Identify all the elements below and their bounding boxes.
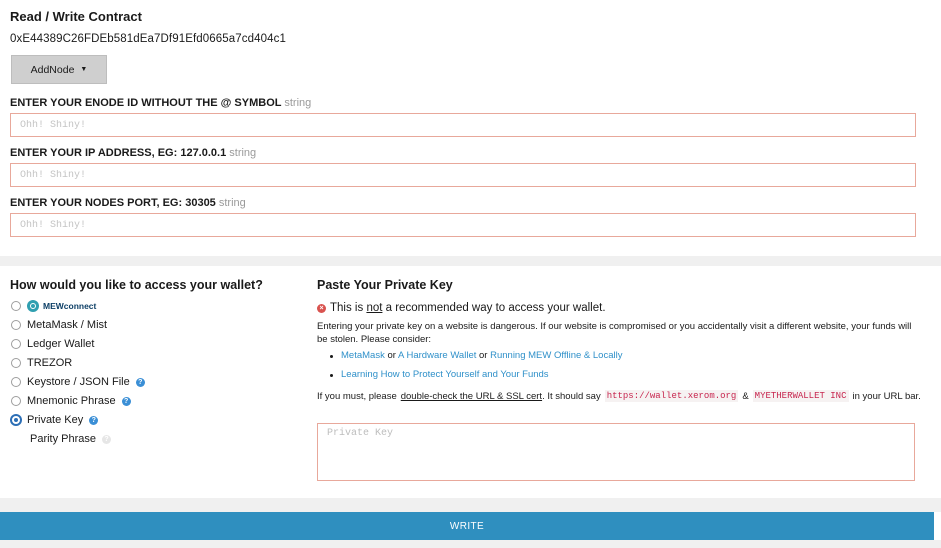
run-offline-link[interactable]: Running MEW Offline & Locally — [490, 350, 622, 361]
option-keystore[interactable]: Keystore / JSON File ? — [11, 376, 145, 388]
radio-trezor[interactable] — [11, 358, 21, 368]
ip-address-input[interactable] — [10, 163, 916, 187]
expected-cert-name: MYETHERWALLET INC — [752, 390, 849, 402]
warning-pre: This is — [330, 302, 364, 314]
section-divider — [0, 256, 941, 266]
help-icon[interactable]: ? — [135, 377, 145, 387]
private-key-title: Paste Your Private Key — [317, 278, 453, 292]
consider-list: MetaMask or A Hardware Wallet or Running… — [330, 350, 622, 388]
help-icon[interactable]: ? — [102, 434, 112, 444]
node-port-input[interactable] — [10, 213, 916, 237]
help-icon[interactable]: ? — [121, 396, 131, 406]
parity-phrase-label: Parity Phrase — [30, 433, 97, 445]
list-item: MetaMask or A Hardware Wallet or Running… — [330, 350, 622, 361]
ip-address-type: string — [229, 147, 257, 159]
keystore-label: Keystore / JSON File — [27, 376, 130, 388]
page-title: Read / Write Contract — [10, 9, 142, 24]
radio-mewconnect[interactable] — [11, 301, 21, 311]
enode-id-type: string — [284, 97, 312, 109]
write-button[interactable]: WRITE — [0, 512, 934, 540]
warning-post: a recommended way to access your wallet. — [385, 302, 606, 314]
radio-ledger[interactable] — [11, 339, 21, 349]
page: Read / Write Contract 0xE44389C26FDEb581… — [0, 0, 941, 548]
ledger-label: Ledger Wallet — [27, 338, 95, 350]
node-port-label-text: ENTER YOUR NODES PORT, EG: 30305 — [10, 197, 216, 209]
radio-mnemonic[interactable] — [11, 396, 21, 406]
radio-private-key[interactable] — [11, 415, 21, 425]
private-key-input[interactable] — [317, 423, 915, 481]
section-divider — [0, 498, 941, 512]
contract-address: 0xE44389C26FDEb581dEa7Df91Efd0665a7cd404… — [10, 33, 286, 45]
contract-panel: Read / Write Contract 0xE44389C26FDEb581… — [0, 0, 941, 256]
must-amp: & — [742, 390, 749, 402]
list-item: Learning How to Protect Yourself and You… — [330, 369, 622, 380]
mewconnect-label: MEWconnect — [43, 301, 97, 311]
mnemonic-label: Mnemonic Phrase — [27, 395, 116, 407]
enode-id-label-text: ENTER YOUR ENODE ID WITHOUT THE @ SYMBOL — [10, 97, 282, 109]
warning-message: × This is not a recommended way to acces… — [317, 302, 606, 314]
option-private-key[interactable]: Private Key ? — [11, 414, 99, 426]
bottom-strip — [0, 540, 941, 548]
must-pre: If you must, please — [317, 390, 397, 402]
private-key-label: Private Key — [27, 414, 84, 426]
must-mid: . It should say — [542, 390, 601, 402]
node-port-label: ENTER YOUR NODES PORT, EG: 30305 string — [10, 197, 246, 209]
option-metamask[interactable]: MetaMask / Mist — [11, 319, 107, 331]
metamask-link[interactable]: MetaMask — [341, 350, 385, 361]
mewconnect-brand: MEWconnect — [27, 300, 96, 312]
caret-down-icon: ▼ — [80, 66, 88, 73]
mewconnect-logo-icon — [27, 300, 39, 312]
access-title: How would you like to access your wallet… — [10, 278, 263, 292]
or-text: or — [387, 350, 396, 361]
option-mewconnect[interactable]: MEWconnect — [11, 300, 96, 312]
option-parity-phrase[interactable]: Parity Phrase ? — [30, 433, 112, 445]
option-ledger[interactable]: Ledger Wallet — [11, 338, 94, 350]
expected-url: https://wallet.xerom.org — [604, 390, 739, 402]
enode-id-label: ENTER YOUR ENODE ID WITHOUT THE @ SYMBOL… — [10, 97, 311, 109]
radio-keystore[interactable] — [11, 377, 21, 387]
protect-funds-link[interactable]: Learning How to Protect Yourself and You… — [341, 369, 549, 380]
function-select-label: AddNode — [30, 63, 75, 76]
enode-id-input[interactable] — [10, 113, 916, 137]
option-trezor[interactable]: TREZOR — [11, 357, 72, 369]
hardware-wallet-link[interactable]: A Hardware Wallet — [398, 350, 476, 361]
metamask-label: MetaMask / Mist — [27, 319, 108, 331]
option-mnemonic[interactable]: Mnemonic Phrase ? — [11, 395, 131, 407]
warning-not: not — [366, 302, 383, 314]
help-icon[interactable]: ? — [89, 415, 99, 425]
or-text: or — [479, 350, 488, 361]
must-check: double-check the URL & SSL cert — [400, 390, 543, 402]
danger-paragraph: Entering your private key on a website i… — [317, 321, 912, 345]
ip-address-label: ENTER YOUR IP ADDRESS, EG: 127.0.0.1 str… — [10, 147, 256, 159]
node-port-type: string — [218, 197, 246, 209]
ip-address-label-text: ENTER YOUR IP ADDRESS, EG: 127.0.0.1 — [10, 147, 227, 159]
error-x-icon: × — [317, 303, 326, 313]
wallet-access-panel: How would you like to access your wallet… — [0, 266, 941, 498]
must-post: in your URL bar. — [852, 390, 921, 402]
url-check-note: If you must, please double-check the URL… — [317, 390, 921, 402]
radio-metamask[interactable] — [11, 320, 21, 330]
function-select-button[interactable]: AddNode ▼ — [11, 55, 107, 84]
trezor-label: TREZOR — [27, 357, 73, 369]
